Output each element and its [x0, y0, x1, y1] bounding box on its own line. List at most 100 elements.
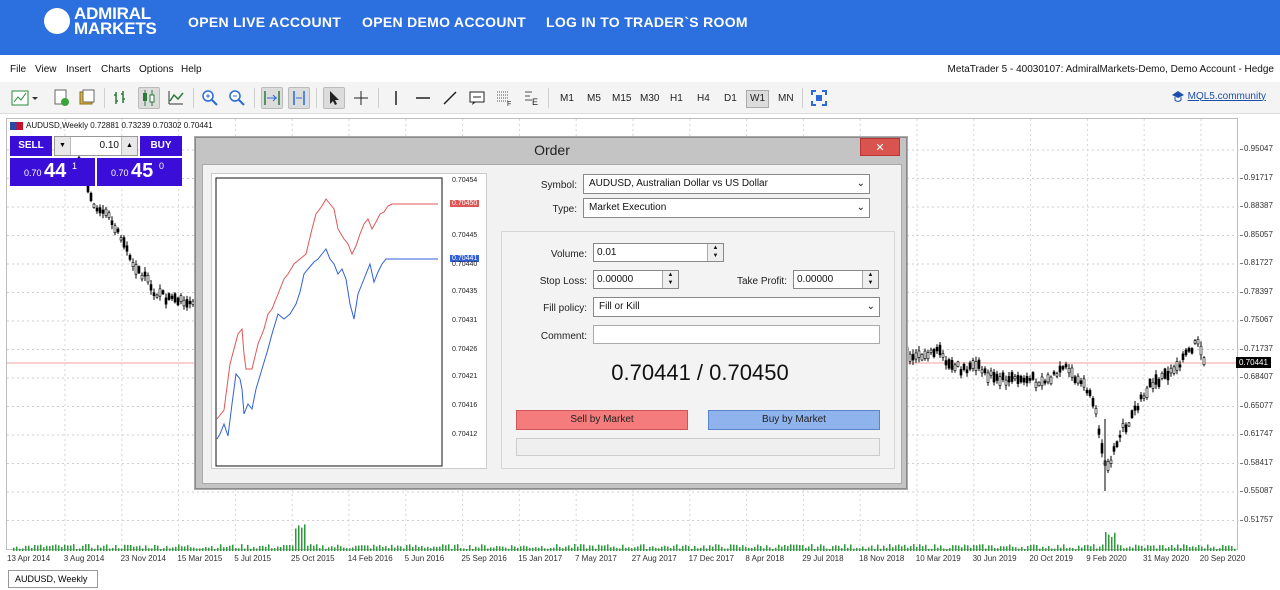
take-profit-spinner-icon[interactable]: ▲ ▼: [862, 271, 878, 288]
volume-decrease-icon[interactable]: ▼: [55, 137, 71, 155]
vertical-line-icon[interactable]: [385, 87, 407, 109]
one-click-buy-button[interactable]: BUY: [140, 136, 182, 156]
chart-info-line: AUDUSD,Weekly 0.72881 0.73239 0.70302 0.…: [10, 121, 213, 130]
candlestick-chart-icon[interactable]: [138, 87, 160, 109]
timeframe-w1[interactable]: W1: [746, 90, 769, 108]
volume-bar: [970, 547, 972, 551]
one-click-sell-button[interactable]: SELL: [10, 136, 52, 156]
candle-body: [128, 255, 132, 260]
timeframe-h4[interactable]: H4: [694, 90, 713, 108]
traders-room-login-link[interactable]: LOG IN TO TRADER`S ROOM: [546, 14, 748, 30]
candle-body: [1154, 374, 1158, 385]
volume-bar: [442, 544, 444, 551]
line-chart-icon[interactable]: [165, 87, 187, 109]
volume-bar: [916, 546, 918, 551]
volume-bar: [37, 545, 39, 551]
volume-bar: [340, 546, 342, 551]
open-live-account-link[interactable]: OPEN LIVE ACCOUNT: [188, 14, 341, 30]
volume-bar: [655, 547, 657, 551]
volume-bar: [325, 548, 327, 551]
volume-bar: [943, 548, 945, 551]
volume-bar: [157, 545, 159, 551]
volume-bar: [247, 544, 249, 551]
timeframe-m30[interactable]: M30: [637, 90, 662, 108]
new-order-icon[interactable]: [50, 87, 72, 109]
volume-bar: [514, 546, 516, 551]
volume-bar: [337, 544, 339, 551]
menu-charts[interactable]: Charts: [101, 64, 130, 75]
zoom-in-icon[interactable]: [199, 87, 221, 109]
volume-bar: [1198, 544, 1200, 551]
one-click-volume-value[interactable]: 0.10: [75, 140, 119, 151]
timeframe-m5[interactable]: M5: [584, 90, 604, 108]
volume-bar: [1000, 546, 1002, 551]
order-type-select[interactable]: Market Execution ⌄: [583, 198, 870, 218]
fullscreen-icon[interactable]: [808, 87, 830, 109]
menu-view[interactable]: View: [35, 64, 57, 75]
bar-chart-icon[interactable]: [110, 87, 132, 109]
chart-shift-icon[interactable]: [288, 87, 310, 109]
volume-bar: [133, 546, 135, 551]
take-profit-value: 0.00000: [797, 274, 834, 285]
stop-loss-spinner-icon[interactable]: ▲ ▼: [662, 271, 678, 288]
trend-line-icon[interactable]: [439, 87, 461, 109]
cursor-icon[interactable]: [323, 87, 345, 109]
volume-increase-icon[interactable]: ▲: [121, 137, 137, 155]
price-axis-label: 0.71737: [1240, 343, 1273, 353]
volume-bar: [610, 547, 612, 551]
candle-body: [938, 344, 942, 356]
stop-loss-input[interactable]: 0.00000 ▲ ▼: [593, 270, 679, 289]
volume-input[interactable]: 0.01 ▲ ▼: [593, 243, 724, 262]
timeframe-d1[interactable]: D1: [721, 90, 740, 108]
symbol-select[interactable]: AUDUSD, Australian Dollar vs US Dollar ⌄: [583, 174, 870, 194]
crosshair-icon[interactable]: [350, 87, 372, 109]
buy-by-market-button[interactable]: Buy by Market: [708, 410, 880, 430]
volume-bar: [367, 545, 369, 551]
candle-body: [1163, 368, 1167, 379]
fibonacci-icon[interactable]: F: [493, 87, 515, 109]
volume-bar: [421, 545, 423, 551]
autoscroll-icon[interactable]: [261, 87, 283, 109]
sell-by-market-button[interactable]: Sell by Market: [516, 410, 688, 430]
timeframe-m1[interactable]: M1: [557, 90, 577, 108]
candle-body: [995, 373, 999, 381]
volume-bar: [850, 544, 852, 551]
new-chart-icon[interactable]: [10, 87, 40, 109]
time-axis-label: 10 Mar 2019: [915, 554, 961, 563]
timeframe-mn[interactable]: MN: [775, 90, 797, 108]
menu-options[interactable]: Options: [139, 64, 173, 75]
candle-body: [1061, 366, 1065, 370]
timeframe-h1[interactable]: H1: [667, 90, 686, 108]
price-axis-label: 0.88387: [1240, 201, 1273, 210]
menu-help[interactable]: Help: [181, 64, 202, 75]
horizontal-line-icon[interactable]: [412, 87, 434, 109]
volume-spinner-icon[interactable]: ▲ ▼: [707, 244, 723, 261]
comment-input[interactable]: [593, 325, 880, 344]
volume-bar: [880, 548, 882, 551]
volume-bar: [703, 545, 705, 551]
volume-bar: [1033, 544, 1035, 551]
candle-body: [140, 274, 144, 280]
candle-body: [179, 295, 183, 302]
candle-body: [104, 208, 108, 216]
profiles-icon[interactable]: [76, 87, 98, 109]
mql5-community-link[interactable]: MQL5.community: [1171, 90, 1266, 102]
timeframe-m15[interactable]: M15: [609, 90, 634, 108]
take-profit-input[interactable]: 0.00000 ▲ ▼: [793, 270, 879, 289]
text-label-icon[interactable]: [466, 87, 488, 109]
open-demo-account-link[interactable]: OPEN DEMO ACCOUNT: [362, 14, 526, 30]
menu-file[interactable]: File: [10, 64, 26, 75]
fill-policy-select[interactable]: Fill or Kill ⌄: [593, 297, 880, 317]
menu-insert[interactable]: Insert: [66, 64, 91, 75]
close-dialog-button[interactable]: ✕: [860, 138, 900, 156]
chart-tab-audusd-weekly[interactable]: AUDUSD, Weekly: [8, 570, 98, 588]
volume-bar: [40, 544, 42, 551]
volume-bar: [1123, 548, 1125, 551]
volume-bar: [838, 545, 840, 551]
one-click-buy-price[interactable]: 0.70 45 0: [97, 158, 182, 186]
volume-bar: [391, 544, 393, 551]
zoom-out-icon[interactable]: [226, 87, 248, 109]
candle-body: [1097, 428, 1101, 435]
objects-icon[interactable]: E: [520, 87, 542, 109]
one-click-sell-price[interactable]: 0.70 44 1: [10, 158, 95, 186]
